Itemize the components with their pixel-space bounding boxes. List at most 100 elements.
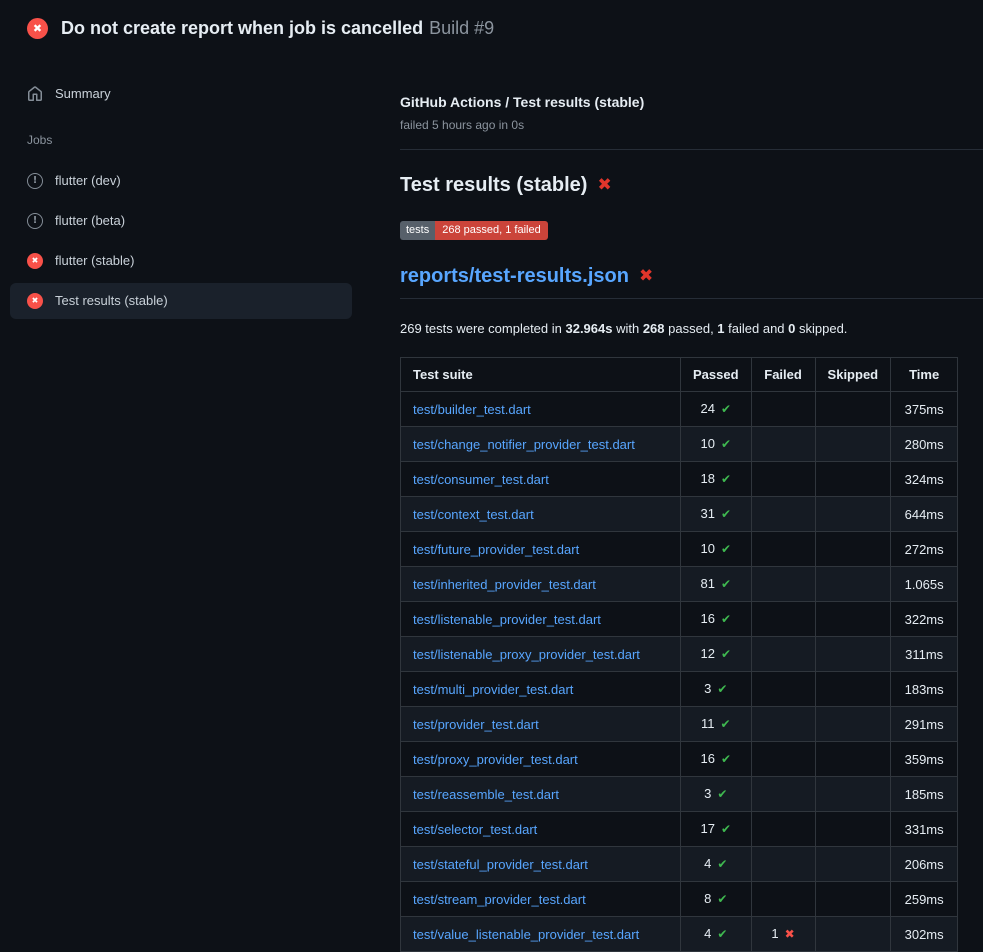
- test-suite-cell: test/listenable_proxy_provider_test.dart: [401, 637, 681, 672]
- check-icon: ✔: [721, 577, 731, 591]
- page-layout: Summary Jobs ! flutter (dev) ! flutter (…: [0, 57, 983, 952]
- passed-cell: 8✔: [681, 882, 752, 917]
- check-icon: ✔: [721, 437, 731, 451]
- failed-cell: [751, 427, 815, 462]
- time-cell: 375ms: [891, 392, 958, 427]
- cross-mark-icon: ✖: [597, 177, 611, 194]
- passed-cell: 4✔: [681, 847, 752, 882]
- time-cell: 280ms: [891, 427, 958, 462]
- test-suite-link[interactable]: test/change_notifier_provider_test.dart: [413, 437, 635, 452]
- summary-text: 269 tests were completed in: [400, 321, 565, 336]
- check-icon: ✔: [717, 682, 727, 696]
- test-suite-link[interactable]: test/listenable_proxy_provider_test.dart: [413, 647, 640, 662]
- sidebar-item-label: flutter (dev): [55, 172, 121, 190]
- summary-text: skipped.: [795, 321, 847, 336]
- test-suite-link[interactable]: test/proxy_provider_test.dart: [413, 752, 578, 767]
- test-suite-link[interactable]: test/selector_test.dart: [413, 822, 537, 837]
- cross-icon: ✖: [785, 927, 795, 941]
- test-suite-link[interactable]: test/provider_test.dart: [413, 717, 539, 732]
- test-suite-link[interactable]: test/consumer_test.dart: [413, 472, 549, 487]
- test-suite-cell: test/provider_test.dart: [401, 707, 681, 742]
- test-suite-cell: test/consumer_test.dart: [401, 462, 681, 497]
- check-icon: ✔: [717, 787, 727, 801]
- summary-text: passed,: [665, 321, 718, 336]
- results-table: Test suite Passed Failed Skipped Time te…: [400, 357, 958, 952]
- failed-cell: [751, 707, 815, 742]
- skipped-cell: [815, 672, 891, 707]
- failed-cell: [751, 882, 815, 917]
- failed-status-icon: ✖: [27, 293, 43, 309]
- failed-cell: [751, 532, 815, 567]
- cross-mark-icon: ✖: [639, 268, 653, 285]
- failed-status-icon: ✖: [27, 253, 43, 269]
- time-cell: 644ms: [891, 497, 958, 532]
- test-suite-cell: test/proxy_provider_test.dart: [401, 742, 681, 777]
- test-suite-cell: test/value_listenable_provider_test.dart: [401, 917, 681, 952]
- test-suite-cell: test/stream_provider_test.dart: [401, 882, 681, 917]
- sidebar-item-label: flutter (stable): [55, 252, 134, 270]
- test-suite-cell: test/builder_test.dart: [401, 392, 681, 427]
- test-suite-cell: test/reassemble_test.dart: [401, 777, 681, 812]
- time-cell: 331ms: [891, 812, 958, 847]
- summary-failed-count: 1: [717, 321, 724, 336]
- report-file-heading: reports/test-results.json ✖: [400, 264, 983, 299]
- badge-label: tests: [400, 221, 435, 240]
- failed-cell: [751, 847, 815, 882]
- sidebar-item-summary[interactable]: Summary: [10, 77, 352, 111]
- failed-cell: [751, 567, 815, 602]
- test-suite-link[interactable]: test/builder_test.dart: [413, 402, 531, 417]
- test-suite-link[interactable]: test/listenable_provider_test.dart: [413, 612, 601, 627]
- test-suite-link[interactable]: test/stream_provider_test.dart: [413, 892, 586, 907]
- neutral-status-icon: !: [27, 173, 43, 189]
- table-row: test/value_listenable_provider_test.dart…: [401, 917, 958, 952]
- table-row: test/multi_provider_test.dart 3✔ 183ms: [401, 672, 958, 707]
- column-header-time: Time: [891, 358, 958, 392]
- failed-cell: [751, 812, 815, 847]
- tests-badge: tests 268 passed, 1 failed: [400, 221, 548, 240]
- passed-cell: 3✔: [681, 672, 752, 707]
- summary-line: 269 tests were completed in 32.964s with…: [400, 321, 983, 337]
- test-suite-link[interactable]: test/inherited_provider_test.dart: [413, 577, 596, 592]
- test-suite-link[interactable]: test/multi_provider_test.dart: [413, 682, 573, 697]
- report-file-link[interactable]: reports/test-results.json: [400, 264, 629, 288]
- failed-cell: [751, 777, 815, 812]
- test-suite-link[interactable]: test/future_provider_test.dart: [413, 542, 579, 557]
- sidebar-job-item[interactable]: ! flutter (beta): [10, 203, 352, 239]
- column-header-failed: Failed: [751, 358, 815, 392]
- skipped-cell: [815, 602, 891, 637]
- table-row: test/change_notifier_provider_test.dart …: [401, 427, 958, 462]
- check-icon: ✔: [721, 612, 731, 626]
- test-suite-link[interactable]: test/context_test.dart: [413, 507, 534, 522]
- table-row: test/builder_test.dart 24✔ 375ms: [401, 392, 958, 427]
- column-header-passed: Passed: [681, 358, 752, 392]
- passed-cell: 18✔: [681, 462, 752, 497]
- main-content: GitHub Actions / Test results (stable) f…: [400, 57, 983, 952]
- divider: [400, 149, 983, 150]
- table-row: test/proxy_provider_test.dart 16✔ 359ms: [401, 742, 958, 777]
- passed-cell: 24✔: [681, 392, 752, 427]
- test-suite-link[interactable]: test/value_listenable_provider_test.dart: [413, 927, 639, 942]
- sidebar-job-item[interactable]: ✖ Test results (stable): [10, 283, 352, 319]
- page-title: Do not create report when job is cancell…: [61, 18, 494, 39]
- sidebar-job-item[interactable]: ! flutter (dev): [10, 163, 352, 199]
- table-row: test/listenable_proxy_provider_test.dart…: [401, 637, 958, 672]
- summary-passed-count: 268: [643, 321, 665, 336]
- breadcrumb: GitHub Actions / Test results (stable): [400, 93, 983, 111]
- skipped-cell: [815, 812, 891, 847]
- test-suite-cell: test/listenable_provider_test.dart: [401, 602, 681, 637]
- skipped-cell: [815, 742, 891, 777]
- failed-cell: [751, 637, 815, 672]
- check-icon: ✔: [721, 507, 731, 521]
- table-row: test/provider_test.dart 11✔ 291ms: [401, 707, 958, 742]
- home-icon: [27, 86, 43, 102]
- skipped-cell: [815, 777, 891, 812]
- time-cell: 324ms: [891, 462, 958, 497]
- check-icon: ✔: [721, 752, 731, 766]
- table-header-row: Test suite Passed Failed Skipped Time: [401, 358, 958, 392]
- sidebar-job-item[interactable]: ✖ flutter (stable): [10, 243, 352, 279]
- test-suite-link[interactable]: test/stateful_provider_test.dart: [413, 857, 588, 872]
- check-icon: ✔: [717, 892, 727, 906]
- test-suite-link[interactable]: test/reassemble_test.dart: [413, 787, 559, 802]
- jobs-section-heading: Jobs: [27, 133, 352, 147]
- results-table-body: test/builder_test.dart 24✔ 375ms test/ch…: [401, 392, 958, 952]
